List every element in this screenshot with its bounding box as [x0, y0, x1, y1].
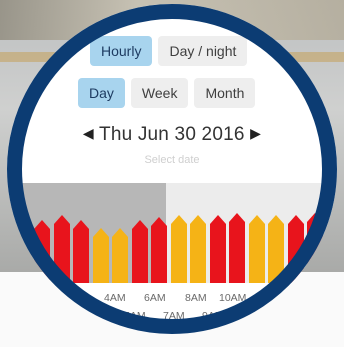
x-tick-label: 6AM: [144, 292, 166, 304]
x-tick-label: 4AM: [104, 292, 126, 304]
x-tick-label: 7AM: [163, 310, 185, 322]
circular-frame: Hourly Day / night Day Week Month ◀ Thu …: [7, 4, 337, 334]
x-tick-label: 8AM: [185, 292, 207, 304]
x-tick-label: 1: [259, 292, 265, 304]
app-screen: Hourly Day / night Day Week Month ◀ Thu …: [7, 4, 337, 334]
x-tick-label: 5AM: [124, 310, 146, 322]
x-tick-label: 10AM: [219, 292, 247, 304]
x-tick-label: 9AM: [202, 310, 224, 322]
x-axis: M 4AM 6AM 8AM 10AM 1 5AM 7AM 9AM: [7, 4, 337, 334]
x-tick-label: M: [77, 292, 86, 304]
